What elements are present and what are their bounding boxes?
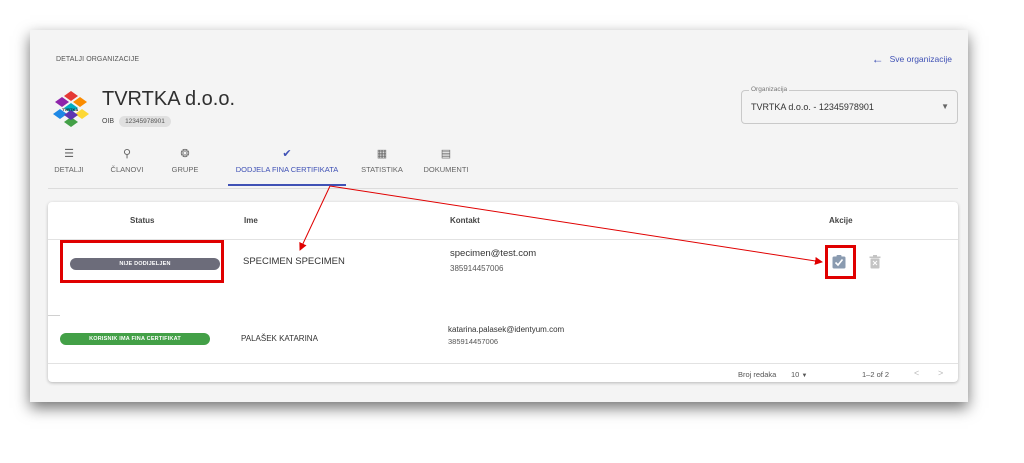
tab-clanovi[interactable]: ⚲ ČLANOVI [104,146,150,174]
footer-divider [48,363,958,364]
rows-per-page-value: 10 [791,370,800,379]
breadcrumb: DETALJI ORGANIZACIJE [56,56,140,63]
pagination-range: 1–2 of 2 [862,370,890,379]
tab-label: ČLANOVI [110,165,144,174]
row-name: PALAŠEK KATARINA [241,334,318,343]
row-email: specimen@test.com [450,248,537,259]
organization-select-value: TVRTKA d.o.o. - 12345978901 [751,102,874,112]
organization-select-label: Organizacija [749,86,790,93]
document-icon: ▤ [440,148,452,160]
oib-label: OIB [102,118,115,125]
table-row: KORISNIK IMA FINA CERTIFIKAT PALAŠEK KAT… [60,315,958,363]
tab-dokumenti[interactable]: ▤ DOKUMENTI [416,146,476,174]
arrow-left-icon: ← [871,52,884,66]
tab-label: DODJELA FINA CERTIFIKATA [235,165,339,174]
certificate-table: Status Ime Kontakt Akcije NIJE DODIJELJE… [48,202,958,382]
column-header-actions: Akcije [829,216,853,225]
column-header-contact: Kontakt [450,216,480,225]
column-header-name: Ime [244,216,258,225]
tab-label: DOKUMENTI [423,165,469,174]
tab-grupe[interactable]: ❂ GRUPE [162,146,208,174]
chevron-left-icon[interactable]: < [914,368,919,378]
group-icon: ❂ [180,148,190,160]
column-header-status: Status [130,216,155,225]
user-search-icon: ⚲ [122,148,132,160]
chevron-right-icon[interactable]: > [938,368,943,378]
oib-row: OIB 12345978901 [102,116,171,127]
row-email: katarina.palasek@identyum.com [448,325,565,334]
organization-name: TVRTKA d.o.o. [102,88,236,110]
logo-text: TVRTKA [62,107,79,112]
tab-label: GRUPE [171,165,199,174]
organization-select[interactable]: Organizacija TVRTKA d.o.o. - 12345978901… [741,86,958,124]
annotation-box-status [60,240,224,283]
row-phone: 385914457006 [450,264,504,273]
back-link-label: Sve organizacije [889,54,952,64]
caret-down-icon: ▼ [801,373,808,379]
app-window: DETALJI ORGANIZACIJE ← Sve organizacije … [30,30,968,402]
tab-detalji[interactable]: ☰ DETALJI [52,146,86,174]
tab-statistika[interactable]: ▦ STATISTIKA [354,146,410,174]
list-icon: ☰ [64,148,74,160]
tab-label: DETALJI [54,165,84,174]
chart-icon: ▦ [376,148,388,160]
oib-badge: 12345978901 [119,116,171,127]
active-tab-indicator [228,184,346,186]
row-name: SPECIMEN SPECIMEN [243,256,345,267]
verified-badge-icon: ✔ [282,148,292,160]
tab-dodjela-fina-certifikata[interactable]: ✔ DODJELA FINA CERTIFIKATA [228,146,346,174]
annotation-box-action [825,245,856,279]
rows-per-page-label: Broj redaka [738,370,777,379]
tab-bar: ☰ DETALJI ⚲ ČLANOVI ❂ GRUPE ✔ DODJELA FI… [52,146,552,188]
status-badge: KORISNIK IMA FINA CERTIFIKAT [60,333,210,345]
back-to-organizations-link[interactable]: ← Sve organizacije [871,52,952,66]
row-phone: 385914457006 [448,337,499,346]
tab-label: STATISTIKA [361,165,403,174]
tabs-divider [48,188,958,189]
rows-per-page-select[interactable]: 10 ▼ [791,370,807,379]
trash-icon[interactable] [868,255,882,269]
caret-down-icon: ▼ [941,102,949,111]
